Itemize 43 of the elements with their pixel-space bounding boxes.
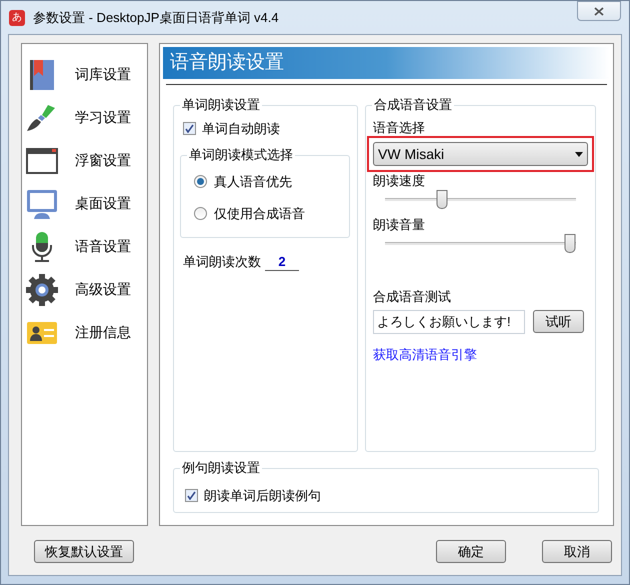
voice-engine-link[interactable]: 获取高清语音引擎 [373,344,588,364]
sidebar-item[interactable]: 词库设置 [75,64,131,85]
close-icon [594,6,604,16]
radio-button[interactable] [194,207,207,220]
app-icon: あ [9,10,25,26]
slider-label: 朗读音量 [373,216,426,233]
group-title: 单词朗读模式选择 [187,146,295,162]
sidebar-item[interactable]: 高级设置 [75,279,131,300]
close-button[interactable] [577,1,621,21]
radio-label: 真人语音优先 [214,172,292,190]
dropdown-arrow-icon [575,152,583,156]
sidebar-item[interactable]: 浮窗设置 [75,150,131,171]
radio-label: 仅使用合成语音 [214,205,305,223]
sidebar-item[interactable]: 注册信息 [75,322,131,343]
group-title: 合成语音设置 [372,97,454,113]
voice-label: 语音选择 [373,119,426,136]
test-text-field[interactable]: よろしくお願いします! [373,310,525,334]
test-label: 合成语音测试 [373,288,452,306]
read-count-field[interactable]: 2 [265,254,299,271]
sidebar-item[interactable]: 学习设置 [75,107,131,128]
sidebar-item[interactable]: 语音设置 [75,236,131,257]
checkmark-icon [187,491,196,500]
checkbox[interactable] [183,122,196,136]
group-title: 单词朗读设置 [180,97,262,113]
voice-dropdown[interactable]: VW Misaki [373,142,588,166]
checkbox-label: 单词自动朗读 [202,120,280,138]
checkbox[interactable] [185,489,198,502]
gear-icon [26,274,58,306]
slider-thumb[interactable] [436,190,448,209]
monitor-icon [26,188,58,220]
sidebar-item[interactable]: 桌面设置 [75,193,131,214]
group-title: 例句朗读设置 [180,460,262,476]
radio-button[interactable] [194,174,207,188]
slider-thumb[interactable] [564,234,576,253]
cancel-button[interactable]: 取消 [542,540,612,563]
slider-label: 朗读速度 [373,172,426,189]
checkmark-icon [185,124,194,134]
read-count-label: 单词朗读次数 [183,252,261,270]
reset-defaults-button[interactable]: 恢复默认设置 [34,540,134,563]
listen-button[interactable]: 试听 [533,310,584,333]
ok-button[interactable]: 确定 [436,540,506,563]
window-title: 参数设置 - DesktopJP桌面日语背单词 v4.4 [33,8,279,27]
checkbox-label: 朗读单词后朗读例句 [204,487,321,505]
